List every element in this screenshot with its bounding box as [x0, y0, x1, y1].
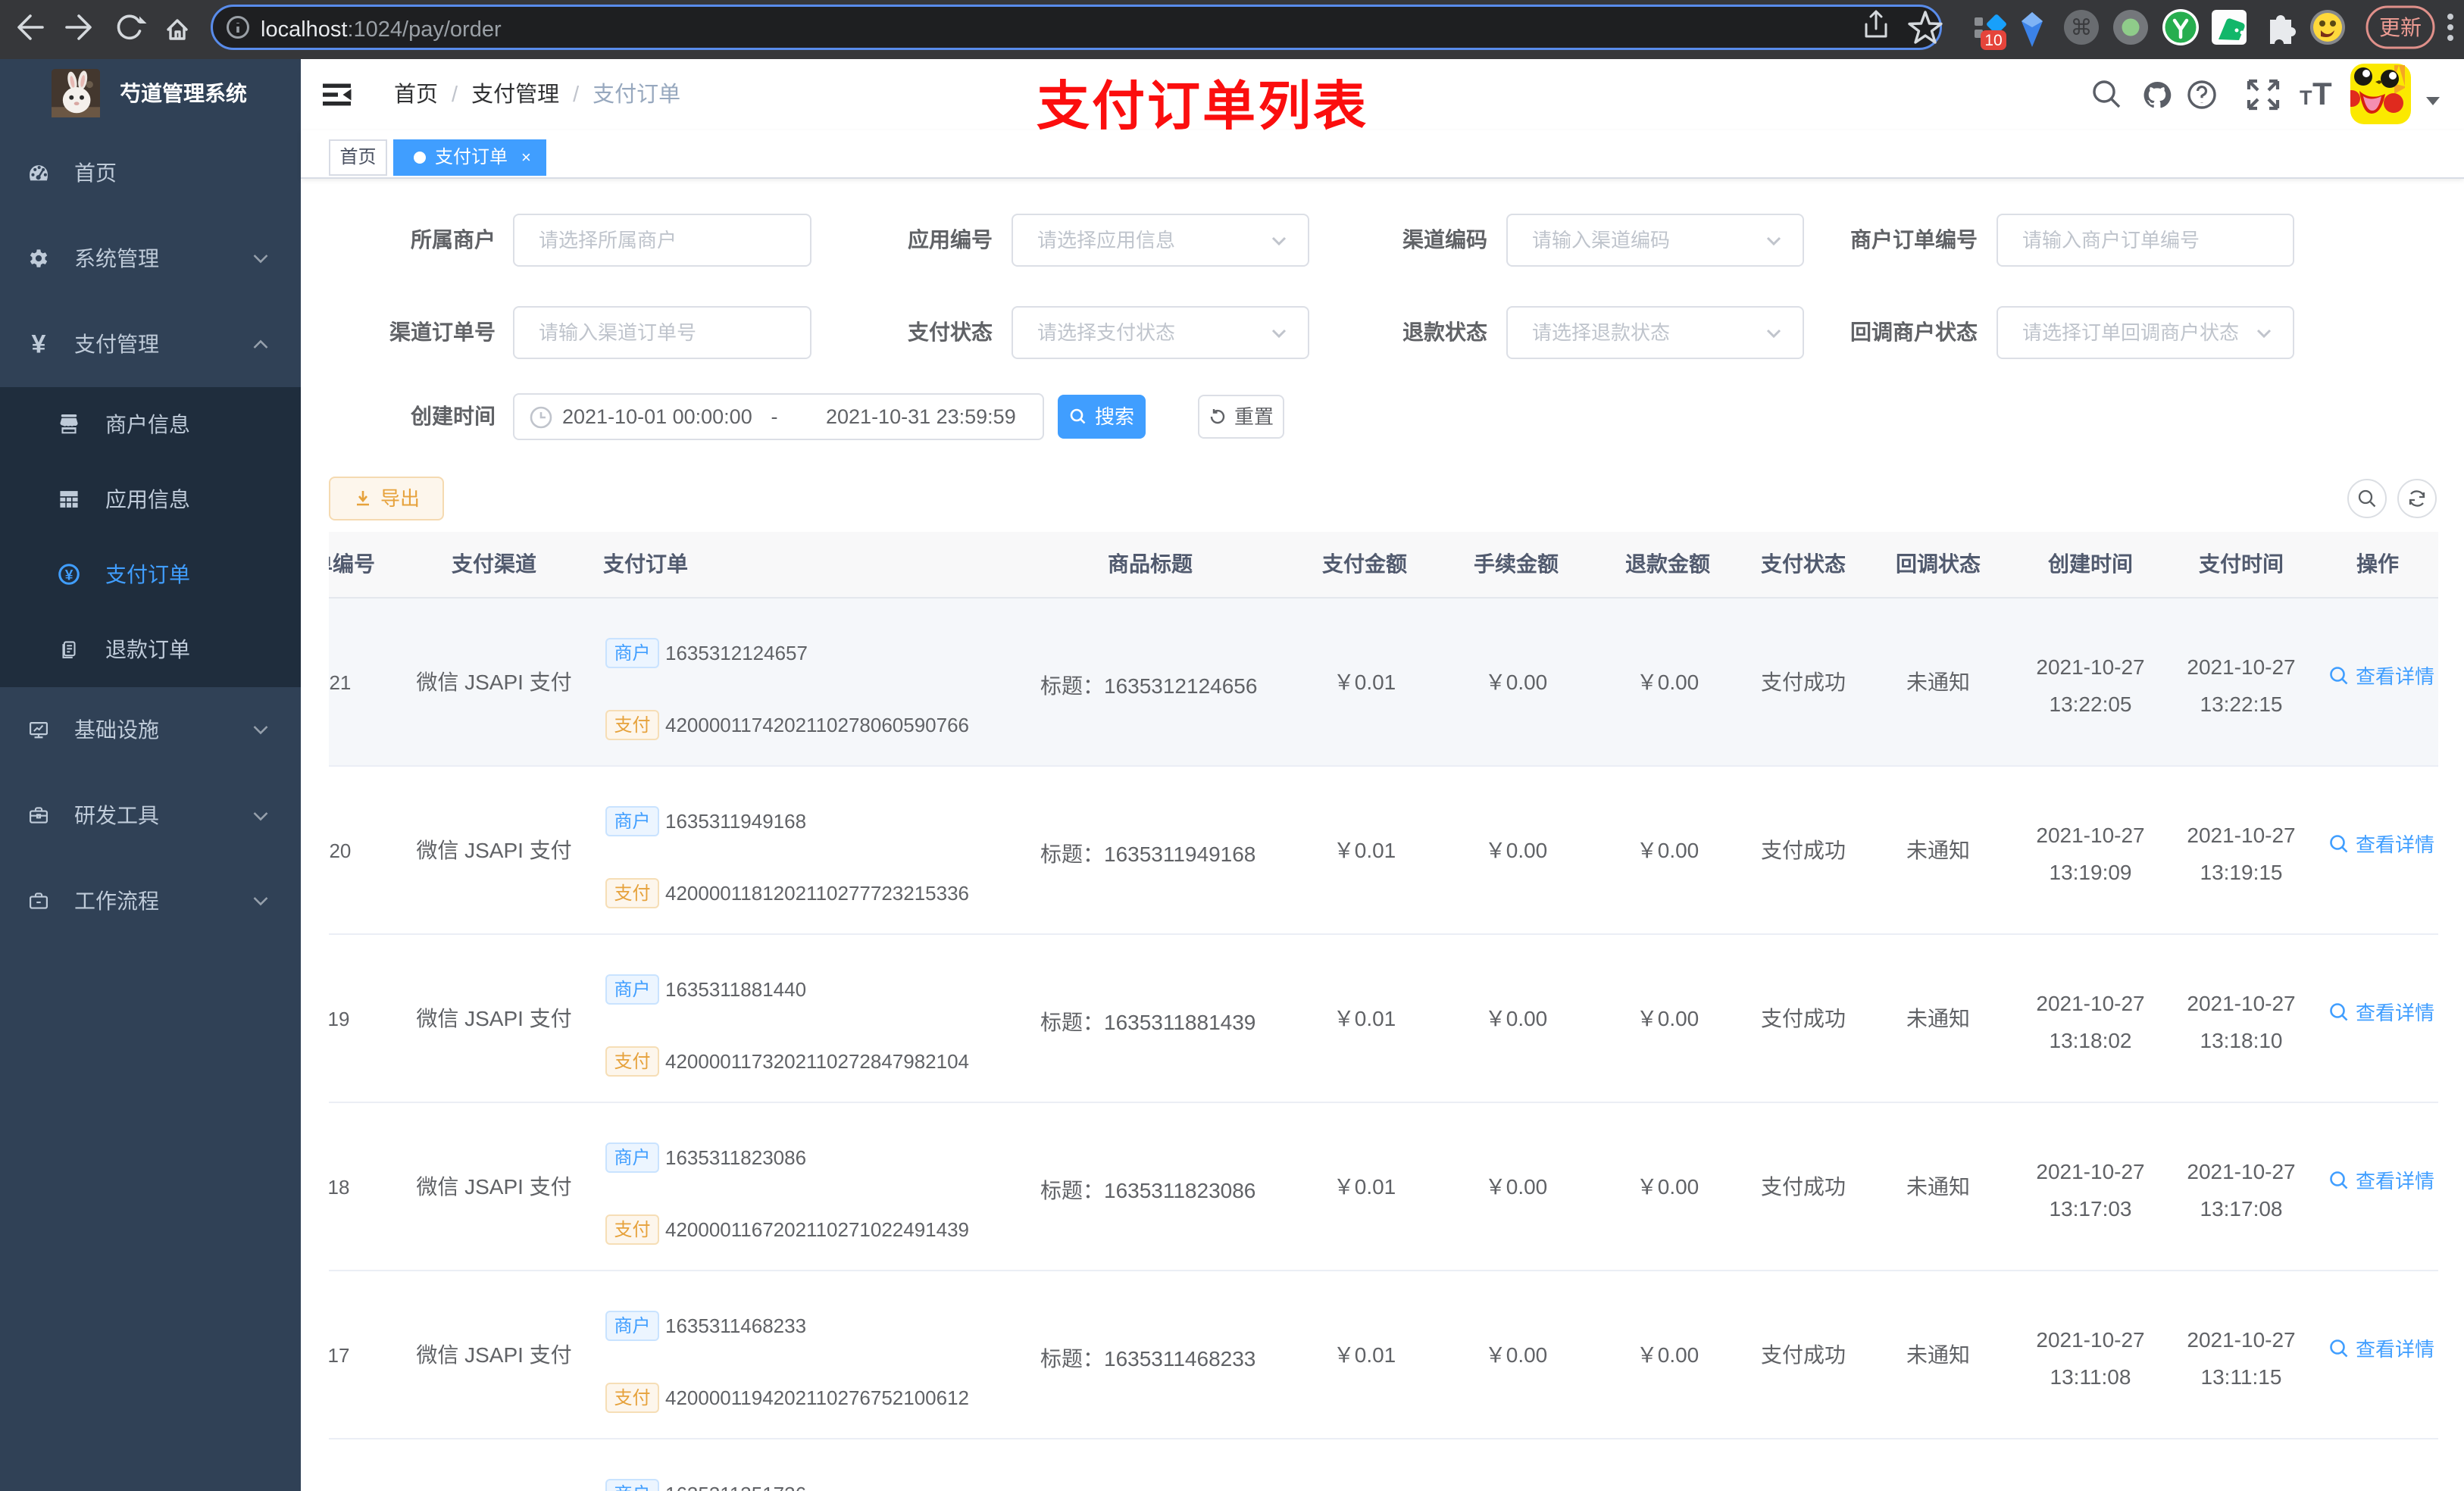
svg-text:¥: ¥ [65, 568, 73, 584]
svg-text:⌘: ⌘ [2071, 16, 2093, 40]
svg-text:更新: 更新 [2379, 16, 2422, 39]
svg-text:10: 10 [1984, 32, 2002, 49]
svg-text:T: T [2312, 76, 2332, 111]
svg-text:T: T [2300, 86, 2312, 109]
svg-text:¥: ¥ [32, 333, 46, 355]
